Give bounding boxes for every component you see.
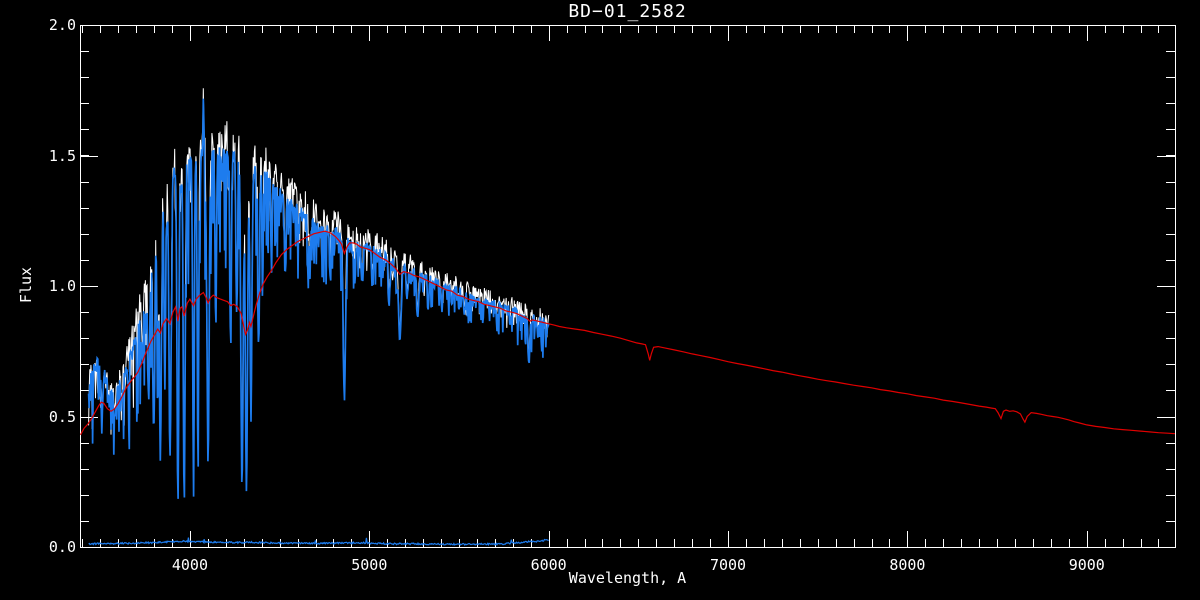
y-tick-label: 1.0 xyxy=(48,277,76,295)
spectrum-plot-window: BD−01_2582 Flux Wavelength, A 4000 5000 60… xyxy=(0,0,1200,600)
error-spectrum xyxy=(88,537,549,547)
y-tick-label: 0.5 xyxy=(48,407,76,426)
plot-title: BD−01_2582 xyxy=(568,1,687,22)
y-tick-label: 2.0 xyxy=(48,16,76,34)
x-tick-label: 6000 xyxy=(530,556,567,574)
x-tick-label: 4000 xyxy=(171,556,208,574)
observed-spectrum xyxy=(88,88,550,490)
x-tick-label: 5000 xyxy=(351,556,388,574)
y-tick-label: 0.0 xyxy=(48,538,76,556)
y-tick-label: 1.5 xyxy=(48,146,76,165)
y-axis-label: Flux xyxy=(17,266,35,304)
x-axis-label: Wavelength, A xyxy=(568,569,687,587)
x-tick-label: 8000 xyxy=(889,556,926,574)
plot-canvas xyxy=(79,25,1176,548)
x-tick-label: 7000 xyxy=(709,556,747,574)
x-tick-label: 9000 xyxy=(1068,556,1105,574)
